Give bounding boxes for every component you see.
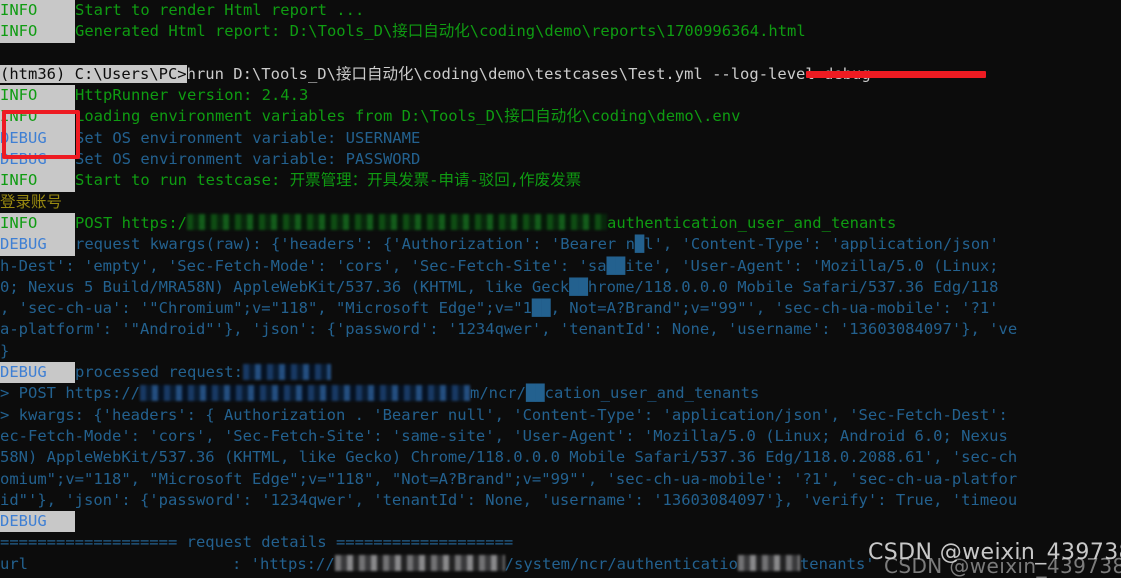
log-message: processed request: — [75, 363, 243, 382]
log-message: h-Dest': 'empty', 'Sec-Fetch-Mode': 'cor… — [0, 256, 999, 275]
log-message: Start to run testcase: 开票管理：开具发票-申请-驳回,作… — [75, 171, 582, 190]
log-level-label: DEBUG — [0, 149, 75, 171]
log-message: > kwargs: {'headers': { Authorization . … — [0, 405, 1008, 424]
log-line: DEBUG Set OS environment variable: USERNA… — [0, 127, 1121, 150]
log-level-label: INFO — [0, 21, 75, 43]
detail-separator: : — [232, 554, 251, 573]
command-line[interactable]: (htm36) C:\Users\PC>hrun D:\Tools_D\接口自动… — [0, 64, 1121, 85]
log-level-label: DEBUG — [0, 362, 75, 384]
log-message-post: m/ncr/██cation_user_and_tenants — [469, 384, 760, 403]
shell-prompt: (htm36) C:\Users\PC> — [0, 64, 187, 83]
log-message: 0; Nexus 5 Build/MRA58N) AppleWebKit/537… — [0, 277, 999, 296]
log-message: Set OS environment variable: USERNAME — [75, 128, 421, 147]
redacted-host-block — [334, 555, 505, 572]
log-line-wrap: ec-Fetch-Mode': 'cors', 'Sec-Fetch-Site'… — [0, 426, 1121, 447]
redacted-text-block — [242, 363, 331, 380]
log-level-label: INFO — [0, 106, 75, 128]
detail-row-url: url: 'https:// /system/ncr/authenticatio t… — [0, 554, 1121, 575]
log-level-label: INFO — [0, 85, 75, 107]
request-details-banner: =================== request details ====… — [0, 532, 1121, 553]
log-line: INFO Start to render Html report ... — [0, 0, 1121, 22]
log-line: DEBUG — [0, 511, 1121, 533]
log-message: request kwargs(raw): {'headers': {'Autho… — [75, 235, 999, 254]
log-level-label: DEBUG — [0, 234, 75, 256]
log-line: INFO Start to run testcase: 开票管理：开具发票-申请-… — [0, 170, 1121, 192]
log-line: DEBUG request kwargs(raw): {'headers': {'… — [0, 234, 1121, 256]
redacted-url-block — [186, 214, 607, 231]
detail-value-pre: 'https:// — [250, 554, 335, 573]
log-line-wrap: a-platform': '"Android"'}, 'json': {'pas… — [0, 319, 1121, 340]
log-line-wrap: > POST https:// m/ncr/██cation_user_and_t… — [0, 383, 1121, 404]
log-message-pre: POST https:/ — [75, 213, 187, 232]
log-level-label: DEBUG — [0, 127, 75, 150]
log-line: INFO HttpRunner version: 2.4.3 — [0, 85, 1121, 107]
log-line: INFO Loading environment variables from D… — [0, 106, 1121, 128]
log-message: 58N) AppleWebKit/537.36 (KHTML, like Gec… — [0, 448, 1018, 467]
log-message: HttpRunner version: 2.4.3 — [75, 86, 309, 105]
redacted-url-block — [139, 384, 470, 401]
shell-command[interactable]: hrun D:\Tools_D\接口自动化\coding\demo\testca… — [187, 65, 871, 83]
log-message: =================== request details ====… — [0, 533, 514, 552]
log-level-label: DEBUG — [0, 511, 75, 533]
log-message: id"'}, 'json': {'password': '1234qwer', … — [0, 490, 1018, 509]
log-message: a-platform': '"Android"'}, 'json': {'pas… — [0, 320, 1018, 339]
log-message: , 'sec-ch-ua': '"Chromium";v="118", "Mic… — [0, 299, 999, 318]
log-message: omium";v="118", "Microsoft Edge";v="118"… — [0, 469, 1018, 488]
log-message: Loading environment variables from D:\To… — [75, 107, 741, 126]
log-line-wrap: h-Dest': 'empty', 'Sec-Fetch-Mode': 'cor… — [0, 256, 1121, 277]
log-message: Generated Html report: D:\Tools_D\接口自动化\… — [75, 22, 806, 41]
log-line-blank — [0, 43, 1121, 64]
log-message: ec-Fetch-Mode': 'cors', 'Sec-Fetch-Site'… — [0, 426, 1008, 445]
redacted-path-block — [737, 555, 800, 572]
detail-value-mid: /system/ncr/authenticatio — [504, 554, 738, 573]
detail-key: url — [0, 554, 28, 573]
terminal-window[interactable]: INFO Start to render Html report ... INFO… — [0, 0, 1121, 578]
log-line-wrap: , 'sec-ch-ua': '"Chromium";v="118", "Mic… — [0, 298, 1121, 319]
log-line-wrap: } — [0, 341, 1121, 362]
log-message-post: authentication_user_and_tenants — [606, 213, 897, 232]
log-level-label: INFO — [0, 170, 75, 192]
log-level-label: INFO — [0, 212, 75, 235]
log-message: Set OS environment variable: PASSWORD — [75, 150, 421, 169]
log-line: DEBUG Set OS environment variable: PASSWO… — [0, 149, 1121, 171]
log-message-pre: > POST https:// — [0, 384, 140, 403]
terminal-log-lines: INFO Start to render Html report ... INFO… — [0, 0, 1121, 578]
log-line-note: 登录账号 — [0, 192, 1121, 213]
detail-value-post: tenants' — [799, 554, 875, 573]
log-level-label: INFO — [0, 0, 75, 22]
log-message: Start to render Html report ... — [75, 1, 365, 19]
log-line: DEBUG processed request: — [0, 362, 1121, 384]
log-line-wrap: > kwargs: {'headers': { Authorization . … — [0, 405, 1121, 426]
log-line-wrap: 58N) AppleWebKit/537.36 (KHTML, like Gec… — [0, 447, 1121, 468]
yellow-note-label: 登录账号 — [0, 192, 63, 211]
log-line: INFO Generated Html report: D:\Tools_D\接口… — [0, 21, 1121, 43]
log-line-wrap: 0; Nexus 5 Build/MRA58N) AppleWebKit/537… — [0, 277, 1121, 298]
log-line-wrap: id"'}, 'json': {'password': '1234qwer', … — [0, 490, 1121, 511]
log-line-wrap: omium";v="118", "Microsoft Edge";v="118"… — [0, 469, 1121, 490]
log-line: INFO POST https:/ authentication_user_and_… — [0, 212, 1121, 235]
log-message: } — [0, 341, 10, 360]
